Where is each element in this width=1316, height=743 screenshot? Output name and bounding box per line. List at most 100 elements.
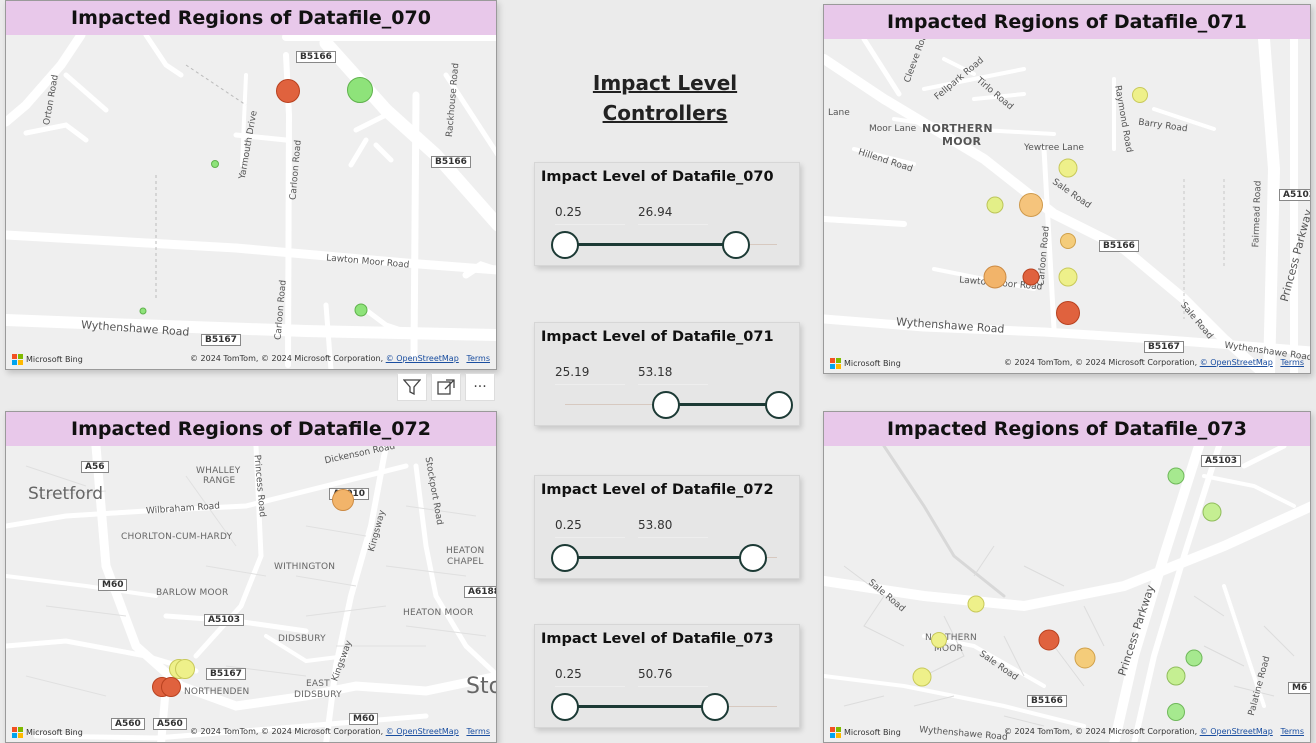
osm-link[interactable]: © OpenStreetMap bbox=[1200, 358, 1273, 367]
slider-low-handle[interactable] bbox=[651, 391, 680, 419]
microsoft-logo-icon: Microsoft Bing bbox=[830, 358, 901, 369]
impact-bubble[interactable] bbox=[1132, 87, 1148, 103]
slicer-title: Impact Level of Datafile_071 bbox=[541, 329, 774, 345]
microsoft-logo-icon: Microsoft Bing bbox=[12, 354, 83, 365]
impact-bubble[interactable] bbox=[347, 77, 373, 103]
slicer-max-input[interactable]: 53.18 bbox=[638, 365, 708, 385]
terms-link[interactable]: Terms bbox=[466, 727, 490, 736]
area-label: MOOR bbox=[942, 135, 982, 148]
area-label: NORTHERN bbox=[922, 122, 993, 135]
slicer-max-input[interactable]: 50.76 bbox=[638, 667, 708, 687]
slider-fill bbox=[565, 243, 737, 246]
impact-bubble[interactable] bbox=[986, 196, 1004, 214]
slicer-title: Impact Level of Datafile_070 bbox=[541, 169, 774, 185]
slider-high-handle[interactable] bbox=[765, 391, 793, 419]
impact-bubble[interactable] bbox=[1074, 647, 1096, 669]
map-attribution: Microsoft Bing © 2024 TomTom, © 2024 Mic… bbox=[830, 358, 1304, 369]
slider-low-handle[interactable] bbox=[551, 544, 579, 572]
impact-bubble[interactable] bbox=[276, 79, 300, 103]
road-shield: B5166 bbox=[1027, 695, 1067, 707]
osm-link[interactable]: © OpenStreetMap bbox=[386, 354, 459, 363]
controllers-heading: Impact Level Controllers bbox=[560, 68, 770, 128]
road-shield: A5103 bbox=[1201, 455, 1242, 467]
map-panel-070[interactable]: Impacted Regions of Datafile_070 B5166 B… bbox=[5, 0, 497, 370]
slider-high-handle[interactable] bbox=[722, 231, 751, 259]
road-shield: A56 bbox=[81, 461, 109, 473]
slicer-min-input[interactable]: 0.25 bbox=[555, 518, 625, 538]
road-shield: B5166 bbox=[1099, 240, 1139, 252]
slicer-max-input[interactable]: 53.80 bbox=[638, 518, 708, 538]
impact-bubble[interactable] bbox=[1185, 649, 1203, 667]
filter-icon[interactable] bbox=[397, 373, 427, 401]
impact-bubble[interactable] bbox=[161, 677, 181, 697]
district-label: HEATON bbox=[446, 546, 485, 556]
osm-link[interactable]: © OpenStreetMap bbox=[386, 727, 459, 736]
slicer-min-input[interactable]: 0.25 bbox=[555, 667, 625, 687]
district-label: CHORLTON-CUM-HARDY bbox=[121, 532, 233, 542]
map-canvas[interactable]: Stretford Wilbraham Road Princess Road D… bbox=[6, 446, 496, 742]
district-label: DIDSBURY bbox=[278, 634, 326, 644]
map-canvas[interactable]: Cleeve Road Fellpark Road Tirlo Road Moo… bbox=[824, 39, 1310, 373]
impact-bubble[interactable] bbox=[139, 307, 147, 315]
slicer-max-input[interactable]: 26.94 bbox=[638, 205, 708, 225]
impact-slicer-072[interactable]: Impact Level of Datafile_072 0.25 53.80 bbox=[534, 475, 800, 579]
impact-bubble[interactable] bbox=[983, 265, 1007, 289]
terms-link[interactable]: Terms bbox=[1280, 358, 1304, 367]
slider-low-handle[interactable] bbox=[551, 231, 579, 259]
map-panel-072[interactable]: Impacted Regions of Datafile_072 Stretfo… bbox=[5, 411, 497, 743]
impact-bubble[interactable] bbox=[332, 489, 354, 511]
impact-slicer-073[interactable]: Impact Level of Datafile_073 0.25 50.76 bbox=[534, 624, 800, 728]
impact-bubble[interactable] bbox=[354, 303, 368, 317]
impact-bubble[interactable] bbox=[1166, 666, 1186, 686]
map-canvas[interactable]: B5166 B5166 B5167 Orton Road Yarmouth Dr… bbox=[6, 35, 496, 369]
slicer-min-input[interactable]: 25.19 bbox=[555, 365, 625, 385]
impact-bubble[interactable] bbox=[1022, 268, 1040, 286]
impact-bubble[interactable] bbox=[1167, 703, 1185, 721]
map-panel-073[interactable]: Impacted Regions of Datafile_073 Sale Ro… bbox=[823, 411, 1311, 743]
district-label: DIDSBURY bbox=[294, 690, 342, 700]
impact-bubble[interactable] bbox=[1019, 193, 1043, 217]
district-label: WHALLEY bbox=[196, 466, 241, 476]
road-shield: M60 bbox=[349, 713, 379, 725]
road-shield: A5103 bbox=[1279, 189, 1310, 201]
impact-bubble[interactable] bbox=[1058, 267, 1078, 287]
microsoft-logo-icon: Microsoft Bing bbox=[12, 727, 83, 738]
map-title: Impacted Regions of Datafile_071 bbox=[824, 5, 1310, 39]
impact-bubble[interactable] bbox=[1058, 158, 1078, 178]
microsoft-logo-icon: Microsoft Bing bbox=[830, 727, 901, 738]
impact-bubble[interactable] bbox=[967, 595, 985, 613]
slider-high-handle[interactable] bbox=[700, 693, 729, 721]
terms-link[interactable]: Terms bbox=[466, 354, 490, 363]
osm-link[interactable]: © OpenStreetMap bbox=[1200, 727, 1273, 736]
district-label: BARLOW MOOR bbox=[156, 588, 229, 598]
terms-link[interactable]: Terms bbox=[1280, 727, 1304, 736]
impact-bubble[interactable] bbox=[931, 632, 947, 648]
slicer-min-input[interactable]: 0.25 bbox=[555, 205, 625, 225]
impact-bubble[interactable] bbox=[1038, 629, 1060, 651]
impact-bubble[interactable] bbox=[175, 659, 195, 679]
map-attribution: Microsoft Bing © 2024 TomTom, © 2024 Mic… bbox=[12, 727, 490, 738]
road-shield: B5166 bbox=[296, 51, 336, 63]
district-label: HEATON MOOR bbox=[403, 608, 474, 618]
impact-bubble[interactable] bbox=[211, 160, 219, 168]
impact-bubble[interactable] bbox=[1202, 502, 1222, 522]
slider-low-handle[interactable] bbox=[551, 693, 579, 721]
street-label: Yewtree Lane bbox=[1024, 143, 1084, 153]
map-canvas[interactable]: Sale Road Sale Road Princess Parkway Pal… bbox=[824, 446, 1310, 742]
impact-slicer-070[interactable]: Impact Level of Datafile_070 0.25 26.94 bbox=[534, 162, 800, 266]
road-shield: B5167 bbox=[206, 668, 246, 680]
slider-fill bbox=[565, 556, 754, 559]
slider-high-handle[interactable] bbox=[739, 544, 768, 572]
impact-bubble[interactable] bbox=[1167, 467, 1185, 485]
impact-bubble[interactable] bbox=[1056, 301, 1080, 325]
map-panel-071[interactable]: Impacted Regions of Datafile_071 Cleeve … bbox=[823, 4, 1311, 374]
slicer-title: Impact Level of Datafile_072 bbox=[541, 482, 774, 498]
impact-bubble[interactable] bbox=[912, 667, 932, 687]
more-options-icon[interactable]: ··· bbox=[465, 373, 495, 401]
district-label: NORTHENDEN bbox=[184, 687, 250, 697]
road-shield: M6 bbox=[1288, 682, 1310, 694]
focus-mode-icon[interactable] bbox=[431, 373, 461, 401]
impact-slicer-071[interactable]: Impact Level of Datafile_071 25.19 53.18 bbox=[534, 322, 800, 426]
impact-bubble[interactable] bbox=[1060, 233, 1076, 249]
road-shield: B5167 bbox=[1144, 341, 1184, 353]
